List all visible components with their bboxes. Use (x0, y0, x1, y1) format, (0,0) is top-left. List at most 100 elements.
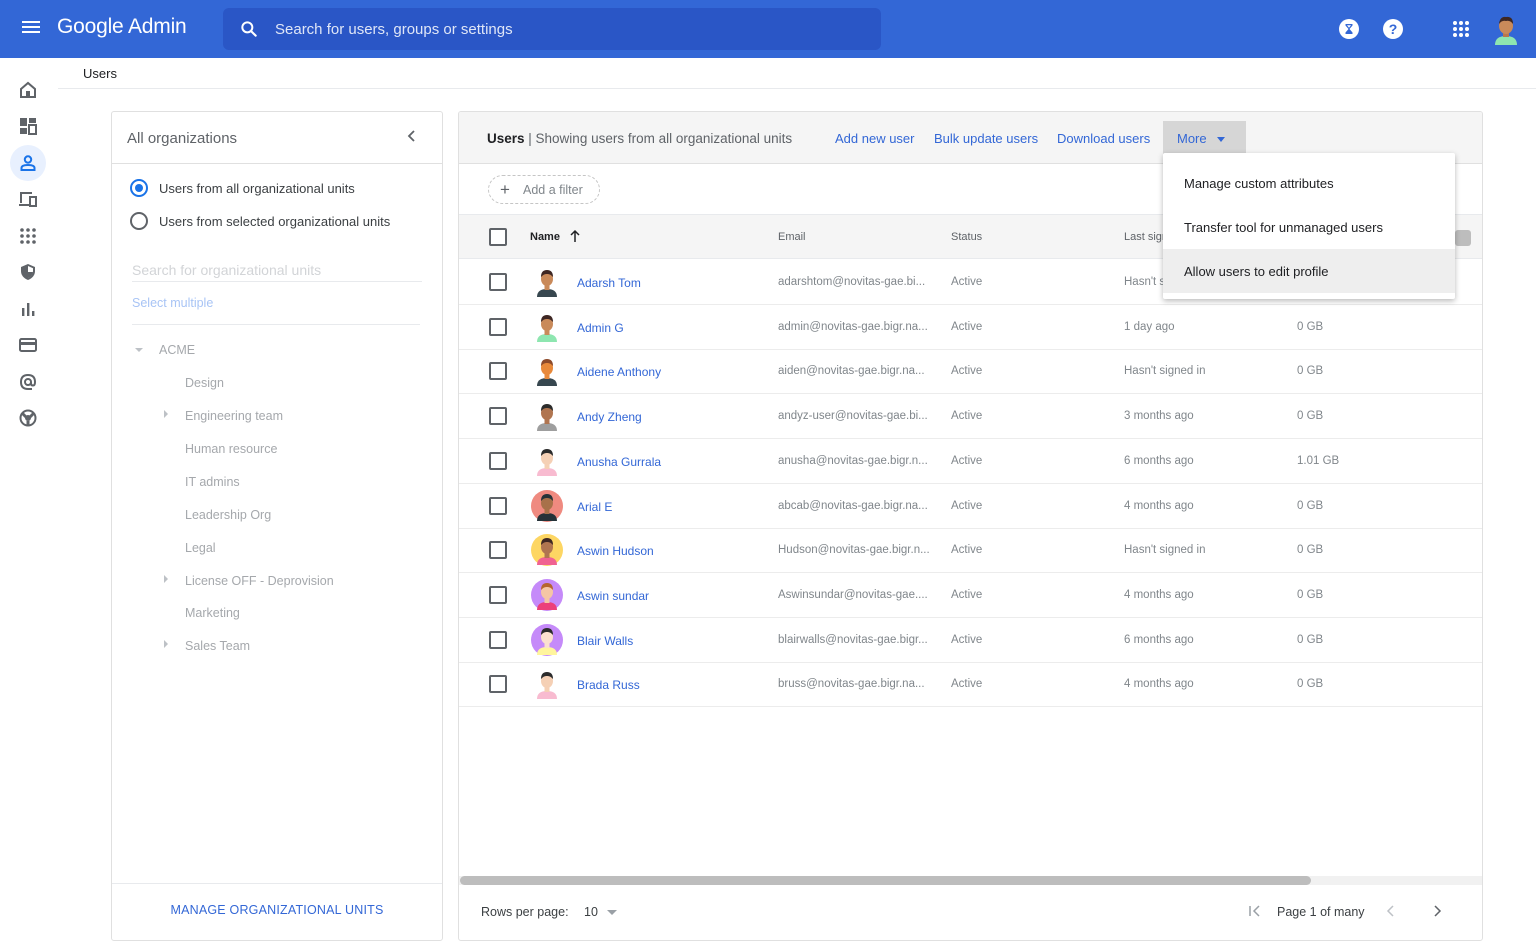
row-checkbox[interactable] (489, 630, 507, 649)
tasks-hourglass-icon[interactable] (1338, 18, 1360, 40)
row-checkbox[interactable] (489, 541, 507, 560)
menu-item-manage-custom-attributes[interactable]: Manage custom attributes (1163, 161, 1455, 205)
rail-domains[interactable] (10, 364, 46, 400)
user-table-row[interactable]: Aswin Hudson Hudson@novitas-gae.bigr.n...… (459, 528, 1482, 574)
column-header-name[interactable]: Name (530, 231, 560, 243)
more-menu-button[interactable]: More (1163, 121, 1246, 154)
download-users-button[interactable]: Download users (1057, 131, 1150, 146)
rail-dashboard[interactable] (10, 108, 46, 144)
row-checkbox[interactable] (489, 407, 507, 426)
user-table-row[interactable]: Blair Walls blairwalls@novitas-gae.bigr..… (459, 618, 1482, 663)
row-checkbox[interactable] (489, 273, 507, 291)
dashboard-icon (20, 118, 37, 135)
scrollbar-thumb[interactable] (460, 876, 1311, 885)
user-name-link[interactable]: Brada Russ (577, 678, 640, 692)
row-checkbox[interactable] (489, 675, 507, 694)
user-last-sign-in: 6 months ago (1124, 454, 1194, 467)
user-table-row[interactable]: Andy Zheng andyz-user@novitas-gae.bi... Ac… (459, 394, 1482, 440)
breadcrumb-divider (58, 88, 1536, 89)
help-icon[interactable]: ? (1382, 18, 1404, 40)
select-multiple-link[interactable]: Select multiple (132, 296, 213, 310)
collapse-panel-chevron-left-icon[interactable] (404, 128, 420, 144)
expand-caret-down-icon[interactable] (135, 348, 143, 352)
add-filter-button[interactable]: + Add a filter (488, 175, 600, 204)
apps-grid-icon[interactable] (1450, 18, 1472, 40)
user-name-link[interactable]: Anusha Gurrala (577, 455, 661, 469)
expand-caret-right-icon[interactable] (164, 410, 168, 418)
user-name-link[interactable]: Adarsh Tom (577, 276, 641, 290)
row-checkbox[interactable] (489, 317, 507, 336)
user-table-row[interactable]: Brada Russ bruss@novitas-gae.bigr.na... Ac… (459, 662, 1482, 708)
row-checkbox[interactable] (489, 451, 507, 470)
column-header-status[interactable]: Status (951, 231, 982, 243)
tree-item[interactable]: Human resource (185, 442, 277, 456)
users-icon (20, 155, 36, 171)
menu-item-transfer-tool[interactable]: Transfer tool for unmanaged users (1163, 205, 1455, 249)
breadcrumb: Users (83, 66, 117, 81)
user-table-row[interactable]: Aidene Anthony aiden@novitas-gae.bigr.na.… (459, 349, 1482, 395)
tree-item-root[interactable]: ACME (159, 343, 195, 357)
rail-security[interactable] (10, 254, 46, 290)
row-checkbox[interactable] (489, 585, 507, 604)
user-name-link[interactable]: Aswin Hudson (577, 544, 654, 558)
sort-ascending-arrow-icon[interactable] (569, 229, 581, 243)
row-checkbox[interactable] (489, 496, 507, 515)
rows-per-page-label: Rows per page: (481, 905, 569, 919)
rail-support[interactable] (10, 400, 46, 436)
column-settings-gear-icon[interactable] (1455, 230, 1471, 246)
account-avatar[interactable] (1490, 13, 1522, 45)
user-name-link[interactable]: Arial E (577, 500, 612, 514)
user-table-row[interactable]: Arial E abcab@novitas-gae.bigr.na... Activ… (459, 484, 1482, 529)
rows-per-page-caret-icon[interactable] (607, 910, 617, 915)
user-name-link[interactable]: Aswin sundar (577, 589, 649, 603)
search-input[interactable] (275, 8, 865, 50)
user-name-link[interactable]: Aidene Anthony (577, 365, 661, 379)
tree-item[interactable]: Leadership Org (185, 508, 271, 522)
row-checkbox[interactable] (489, 362, 507, 381)
tree-item[interactable]: IT admins (185, 475, 240, 489)
radio-button[interactable] (130, 212, 148, 230)
rail-devices[interactable] (10, 181, 46, 217)
select-all-checkbox[interactable] (489, 228, 507, 246)
rows-per-page-select[interactable]: 10 (584, 905, 598, 919)
user-name-link[interactable]: Admin G (577, 321, 624, 335)
org-units-search-input[interactable] (132, 258, 422, 282)
user-table-row[interactable]: Aswin sundar Aswinsundar@novitas-gae.... A… (459, 573, 1482, 618)
expand-caret-right-icon[interactable] (164, 640, 168, 648)
tree-item[interactable]: Legal (185, 541, 216, 555)
next-page-icon[interactable] (1429, 903, 1445, 919)
radio-button-selected[interactable] (130, 179, 148, 197)
more-label: More (1177, 131, 1207, 146)
tree-item[interactable]: Sales Team (185, 639, 250, 653)
radio-all-org-units[interactable]: Users from all organizational units (130, 179, 355, 197)
search-bar[interactable] (223, 8, 881, 50)
user-table-row[interactable]: Admin G admin@novitas-gae.bigr.na... Activ… (459, 305, 1482, 350)
user-name-link[interactable]: Andy Zheng (577, 410, 642, 424)
rail-billing[interactable] (10, 327, 46, 363)
previous-page-icon[interactable] (1383, 903, 1399, 919)
rail-reports[interactable] (10, 291, 46, 327)
user-table-row[interactable]: Anusha Gurrala anusha@novitas-gae.bigr.n.… (459, 439, 1482, 484)
rail-apps[interactable] (10, 218, 46, 254)
bulk-update-users-button[interactable]: Bulk update users (934, 131, 1038, 146)
user-storage: 0 GB (1297, 365, 1324, 378)
user-email: blairwalls@novitas-gae.bigr... (778, 633, 928, 646)
user-last-sign-in: Hasn't signed in (1124, 365, 1206, 378)
tree-item[interactable]: Marketing (185, 606, 240, 620)
first-page-icon[interactable] (1247, 903, 1263, 919)
expand-caret-right-icon[interactable] (164, 575, 168, 583)
horizontal-scrollbar[interactable] (459, 876, 1482, 885)
user-name-link[interactable]: Blair Walls (577, 634, 633, 648)
manage-org-units-button[interactable]: MANAGE ORGANIZATIONAL UNITS (112, 903, 442, 917)
add-new-user-button[interactable]: Add new user (835, 131, 915, 146)
rail-home[interactable] (10, 72, 46, 108)
main-menu-icon[interactable] (20, 18, 42, 40)
user-last-sign-in: 4 months ago (1124, 499, 1194, 512)
rail-users[interactable] (10, 145, 46, 181)
tree-item[interactable]: Design (185, 376, 224, 390)
menu-item-allow-edit-profile[interactable]: Allow users to edit profile (1163, 249, 1455, 293)
tree-item[interactable]: Engineering team (185, 409, 283, 423)
tree-item[interactable]: License OFF - Deprovision (185, 574, 334, 588)
radio-selected-org-units[interactable]: Users from selected organizational units (130, 212, 390, 230)
column-header-email[interactable]: Email (778, 231, 806, 243)
